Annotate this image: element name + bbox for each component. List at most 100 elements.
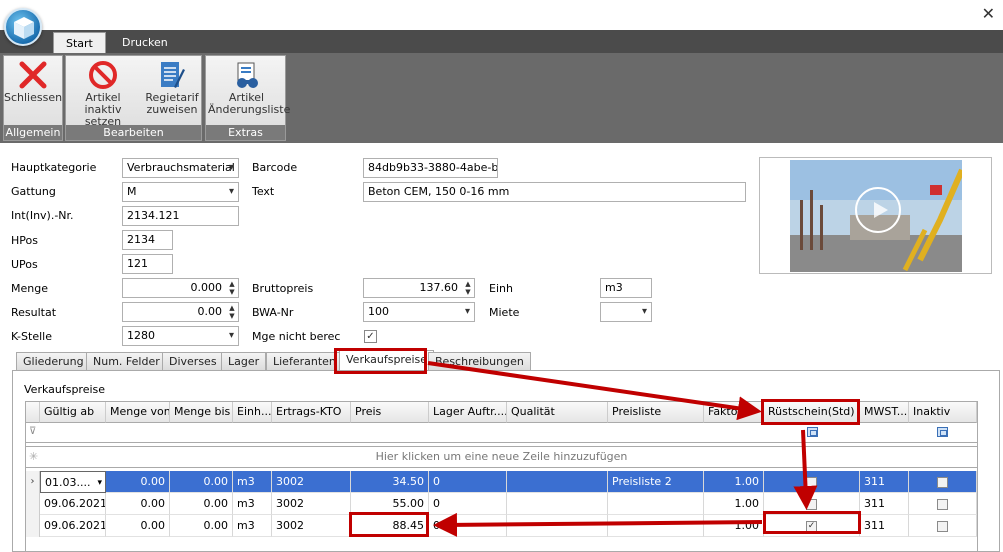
cell-lager[interactable]: 0 bbox=[429, 493, 507, 515]
cell-gueltig-ab[interactable]: 09.06.2021 bbox=[40, 515, 106, 537]
cell-inaktiv[interactable] bbox=[909, 515, 977, 537]
hauptkategorie-select[interactable]: Verbrauchsmaterial bbox=[122, 158, 239, 178]
filter-row[interactable]: ⊽ bbox=[26, 423, 977, 443]
regietarif-button[interactable]: Regietarif zuweisen bbox=[142, 58, 202, 124]
cell-mwst[interactable]: 311 bbox=[860, 515, 909, 537]
col-faktor[interactable]: Faktor bbox=[704, 402, 764, 423]
ruestschein-checkbox[interactable] bbox=[806, 498, 817, 510]
schliessen-button[interactable]: Schliessen bbox=[4, 58, 62, 124]
tab-drucken[interactable]: Drucken bbox=[110, 32, 180, 53]
group-title-bearbeiten: Bearbeiten bbox=[66, 125, 201, 140]
date-dropdown-icon[interactable]: ▾ bbox=[97, 472, 102, 492]
close-icon[interactable]: ✕ bbox=[982, 4, 995, 23]
table-row[interactable]: 09.06.2021 0.00 0.00 m3 3002 55.00 0 1.0… bbox=[26, 493, 977, 515]
cell-preis[interactable]: 88.45 bbox=[351, 515, 429, 537]
cell-lager[interactable]: 0 bbox=[429, 471, 507, 493]
menge-input[interactable]: 0.000 ▲ ▼ bbox=[122, 278, 239, 298]
cell-einh[interactable]: m3 bbox=[233, 515, 272, 537]
tab-lieferanten[interactable]: Lieferanten bbox=[266, 352, 343, 371]
inaktiv-filter-checkbox[interactable] bbox=[937, 427, 948, 437]
cell-menge-bis[interactable]: 0.00 bbox=[170, 493, 233, 515]
ruestschein-filter-checkbox[interactable] bbox=[807, 427, 818, 437]
bruttopreis-input[interactable]: 137.60 ▲ ▼ bbox=[363, 278, 475, 298]
col-einh[interactable]: Einh... bbox=[233, 402, 272, 423]
cell-einh[interactable]: m3 bbox=[233, 493, 272, 515]
barcode-input[interactable]: 84db9b33-3880-4abe-b57 bbox=[363, 158, 498, 178]
bruttopreis-spinner-icon[interactable]: ▲ ▼ bbox=[464, 280, 472, 296]
new-row-placeholder[interactable]: ✳ Hier klicken um eine neue Zeile hinzuz… bbox=[26, 446, 977, 468]
cell-menge-bis[interactable]: 0.00 bbox=[170, 471, 233, 493]
col-menge-bis[interactable]: Menge bis bbox=[170, 402, 233, 423]
menge-spinner-icon[interactable]: ▲ ▼ bbox=[228, 280, 236, 296]
cell-faktor[interactable]: 1.00 bbox=[704, 515, 764, 537]
cell-menge-von[interactable]: 0.00 bbox=[106, 471, 170, 493]
aenderungsliste-button[interactable]: Artikel Änderungsliste bbox=[208, 58, 290, 124]
table-row[interactable]: › 01.03.... ▾ 0.00 0.00 m3 3002 34.50 0 … bbox=[26, 471, 977, 493]
col-ruestschein[interactable]: Rüstschein(Std) bbox=[764, 402, 860, 423]
cell-preisliste[interactable]: Preisliste 2 bbox=[608, 471, 704, 493]
inaktiv-checkbox[interactable] bbox=[937, 476, 948, 488]
artikel-inaktiv-button[interactable]: Artikel inaktiv setzen bbox=[68, 58, 138, 128]
cell-gueltig-ab[interactable]: 09.06.2021 bbox=[40, 493, 106, 515]
cell-faktor[interactable]: 1.00 bbox=[704, 493, 764, 515]
cell-faktor[interactable]: 1.00 bbox=[704, 471, 764, 493]
col-preisliste[interactable]: Preisliste bbox=[608, 402, 704, 423]
intnr-input[interactable]: 2134.121 bbox=[122, 206, 239, 226]
cell-preisliste[interactable] bbox=[608, 515, 704, 537]
cell-inaktiv[interactable] bbox=[909, 493, 977, 515]
inaktiv-checkbox[interactable] bbox=[937, 498, 948, 510]
cell-kto[interactable]: 3002 bbox=[272, 493, 351, 515]
tab-start[interactable]: Start bbox=[53, 32, 106, 53]
cell-einh[interactable]: m3 bbox=[233, 471, 272, 493]
inaktiv-checkbox[interactable] bbox=[937, 520, 948, 532]
col-preis[interactable]: Preis bbox=[351, 402, 429, 423]
ruestschein-checkbox[interactable] bbox=[806, 476, 817, 488]
kstelle-select[interactable]: 1280 bbox=[122, 326, 239, 346]
cell-menge-von[interactable]: 0.00 bbox=[106, 515, 170, 537]
text-input[interactable]: Beton CEM, 150 0-16 mm bbox=[363, 182, 746, 202]
col-inaktiv[interactable]: Inaktiv bbox=[909, 402, 977, 423]
upos-input[interactable]: 121 bbox=[122, 254, 173, 274]
col-mwst[interactable]: MWST... bbox=[860, 402, 909, 423]
cell-mwst[interactable]: 311 bbox=[860, 493, 909, 515]
col-menge-von[interactable]: Menge von bbox=[106, 402, 170, 423]
col-ertrags-kto[interactable]: Ertrags-KTO bbox=[272, 402, 351, 423]
cell-ruestschein[interactable] bbox=[764, 493, 860, 515]
cell-preis[interactable]: 34.50 bbox=[351, 471, 429, 493]
tab-verkaufspreise[interactable]: Verkaufspreise bbox=[339, 350, 435, 371]
cell-ruestschein[interactable]: ✓ bbox=[764, 515, 860, 537]
cell-kto[interactable]: 3002 bbox=[272, 515, 351, 537]
cell-preis[interactable]: 55.00 bbox=[351, 493, 429, 515]
cell-inaktiv[interactable] bbox=[909, 471, 977, 493]
app-logo-icon[interactable] bbox=[4, 8, 42, 46]
hpos-input[interactable]: 2134 bbox=[122, 230, 173, 250]
cell-qualitaet[interactable] bbox=[507, 493, 608, 515]
table-row[interactable]: 09.06.2021 0.00 0.00 m3 3002 88.45 0 1.0… bbox=[26, 515, 977, 537]
cell-preisliste[interactable] bbox=[608, 493, 704, 515]
tab-gliederung[interactable]: Gliederung bbox=[16, 352, 91, 371]
cell-ruestschein[interactable] bbox=[764, 471, 860, 493]
cell-menge-bis[interactable]: 0.00 bbox=[170, 515, 233, 537]
col-lager-auftr[interactable]: Lager Auftr.... bbox=[429, 402, 507, 423]
col-gueltig-ab[interactable]: Gültig ab bbox=[40, 402, 106, 423]
cell-lager[interactable]: 0 bbox=[429, 515, 507, 537]
cell-menge-von[interactable]: 0.00 bbox=[106, 493, 170, 515]
gueltig-ab-editor[interactable]: 01.03.... ▾ bbox=[40, 471, 106, 493]
resultat-input[interactable]: 0.00 ▲ ▼ bbox=[122, 302, 239, 322]
ruestschein-checkbox-checked[interactable]: ✓ bbox=[806, 520, 817, 532]
mge-nicht-berec-checkbox[interactable]: ✓ bbox=[364, 330, 377, 343]
einh-input[interactable]: m3 bbox=[600, 278, 652, 298]
resultat-spinner-icon[interactable]: ▲ ▼ bbox=[228, 304, 236, 320]
tab-lager[interactable]: Lager bbox=[221, 352, 267, 371]
tab-diverses[interactable]: Diverses bbox=[162, 352, 224, 371]
bwanr-select[interactable]: 100 bbox=[363, 302, 475, 322]
cell-kto[interactable]: 3002 bbox=[272, 471, 351, 493]
tab-num-felder[interactable]: Num. Felder bbox=[86, 352, 167, 371]
miete-select[interactable] bbox=[600, 302, 652, 322]
col-qualitaet[interactable]: Qualität bbox=[507, 402, 608, 423]
tab-beschreibungen[interactable]: Beschreibungen bbox=[428, 352, 531, 371]
gattung-select[interactable]: M bbox=[122, 182, 239, 202]
cell-qualitaet[interactable] bbox=[507, 515, 608, 537]
cell-mwst[interactable]: 311 bbox=[860, 471, 909, 493]
cell-qualitaet[interactable] bbox=[507, 471, 608, 493]
